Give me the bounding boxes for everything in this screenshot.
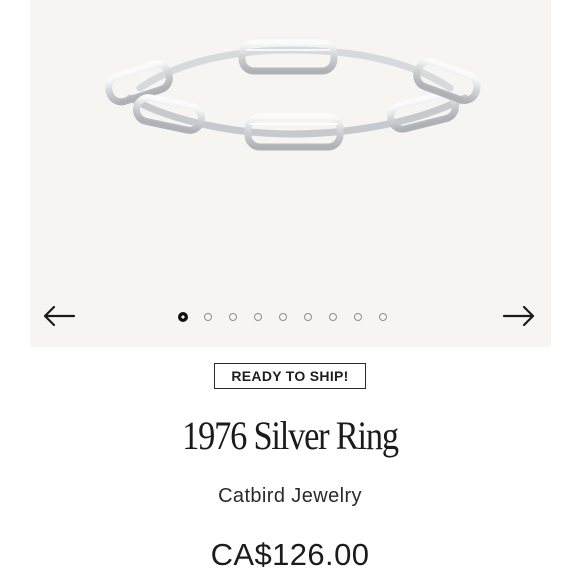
carousel-dot[interactable] [229,313,237,321]
carousel-dot[interactable] [204,313,212,321]
carousel-dot[interactable] [354,313,362,321]
carousel-dots [178,310,404,324]
carousel-dot[interactable] [254,313,262,321]
arrow-left-icon[interactable] [42,304,76,328]
product-title: 1976 Silver Ring [182,413,399,458]
brand-name[interactable]: Catbird Jewelry [0,485,580,508]
carousel-dot[interactable] [304,313,312,321]
carousel-dot[interactable] [329,313,337,321]
ready-to-ship-badge: READY TO SHIP! [214,363,366,389]
product-price: CA$126.00 [210,537,370,572]
product-image[interactable] [90,30,490,160]
carousel-dot[interactable] [379,313,387,321]
carousel-dot-active[interactable] [178,312,188,322]
arrow-right-icon[interactable] [502,304,536,328]
product-image-gallery[interactable] [30,0,551,347]
carousel-dot[interactable] [279,313,287,321]
